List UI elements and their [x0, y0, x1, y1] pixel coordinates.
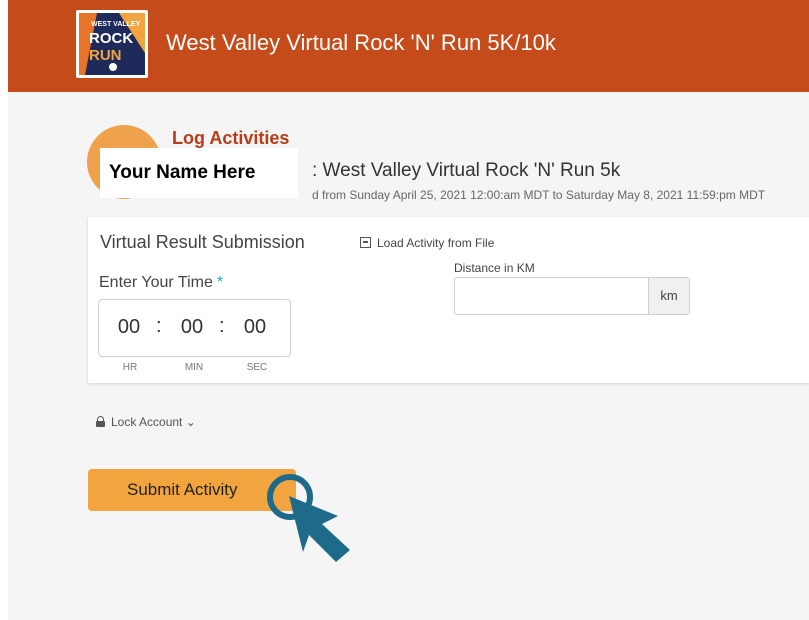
pointer-cursor-icon	[267, 474, 350, 562]
cursor-arrow	[289, 496, 350, 562]
